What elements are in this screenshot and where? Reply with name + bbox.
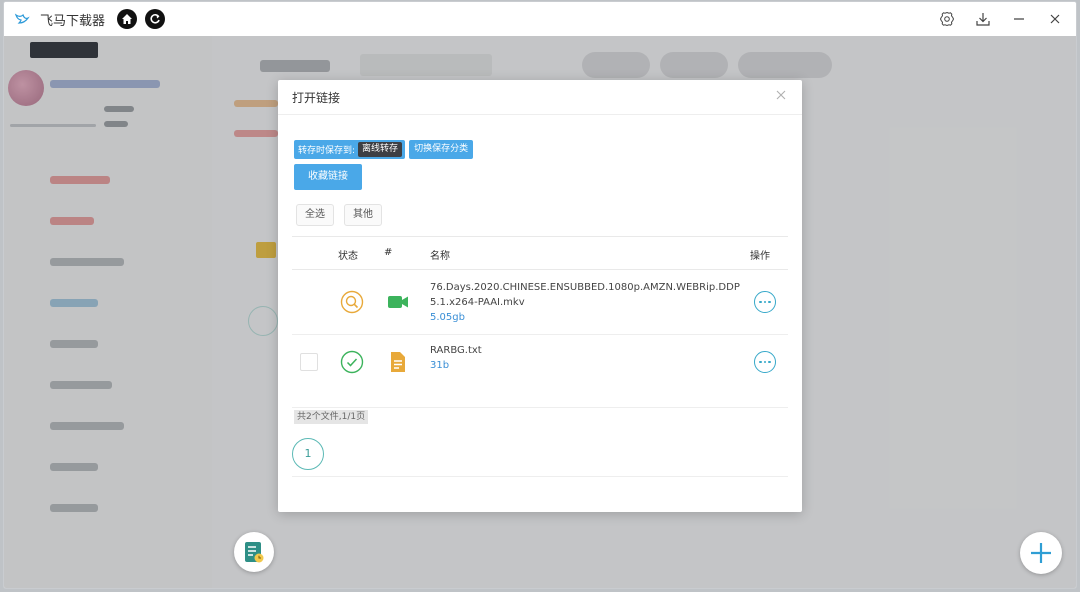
close-icon: [776, 90, 786, 100]
dialog-header: 打开链接: [278, 80, 802, 115]
refresh-button[interactable]: [145, 9, 166, 29]
row-checkbox[interactable]: [300, 353, 318, 371]
minimize-button[interactable]: [1010, 10, 1028, 28]
download-button[interactable]: [974, 10, 992, 28]
more-dot: [759, 360, 762, 364]
title-bar: 飞马下载器: [4, 2, 1076, 37]
save-target-value: 离线转存: [358, 142, 403, 157]
more-dot: [759, 300, 762, 304]
save-target-row: 转存时保存到: 离线转存 切换保存分类: [294, 140, 474, 159]
more-dot: [763, 300, 767, 304]
other-filter-button[interactable]: 其他: [344, 204, 382, 226]
search-icon: [340, 290, 364, 314]
more-actions-button[interactable]: [754, 351, 776, 373]
more-actions-button[interactable]: [754, 291, 776, 313]
file-name-cell: 76.Days.2020.CHINESE.ENSUBBED.1080p.AMZN…: [430, 280, 740, 325]
add-button[interactable]: [1020, 532, 1062, 574]
app-logo-icon: [14, 13, 30, 24]
text-file-icon: [391, 352, 405, 372]
window-controls: [938, 2, 1064, 36]
filter-row: 全选 其他: [296, 204, 382, 226]
close-icon: [1050, 14, 1060, 24]
file-name-cell: RARBG.txt 31b: [430, 343, 740, 373]
task-list-icon: [245, 542, 264, 563]
close-window-button[interactable]: [1046, 10, 1064, 28]
file-name: RARBG.txt: [430, 345, 482, 356]
minimize-icon: [1014, 18, 1024, 20]
settings-button[interactable]: [938, 10, 956, 28]
dialog-close-button[interactable]: [774, 89, 788, 103]
open-link-dialog: 打开链接 转存时保存到: 离线转存 切换保存分类 收藏链接 全选 其他 状态 #…: [278, 80, 802, 512]
dialog-title: 打开链接: [292, 91, 341, 105]
column-name: 名称: [430, 251, 450, 262]
save-target-label: 转存时保存到:: [298, 146, 356, 156]
file-size: 5.05gb: [430, 312, 465, 323]
gear-icon: [939, 11, 955, 27]
save-target-chip[interactable]: 转存时保存到: 离线转存: [294, 140, 406, 159]
column-status: 状态: [338, 251, 358, 262]
collect-link-button[interactable]: 收藏链接: [294, 164, 362, 190]
more-dot: [763, 360, 767, 364]
more-dot: [768, 300, 771, 304]
page-button[interactable]: 1: [292, 438, 324, 470]
column-index: #: [384, 247, 393, 258]
app-title: 飞马下载器: [40, 13, 106, 29]
table-header: 状态 # 名称 操作: [292, 236, 788, 270]
file-table: 状态 # 名称 操作 76.Days.2020.CHINESE.ENSUBBED…: [292, 236, 788, 408]
home-button[interactable]: [117, 9, 138, 29]
check-circle-icon: [340, 350, 364, 374]
table-row[interactable]: 76.Days.2020.CHINESE.ENSUBBED.1080p.AMZN…: [292, 270, 788, 335]
task-list-button[interactable]: [234, 532, 274, 572]
home-icon: [122, 14, 133, 24]
column-action: 操作: [750, 251, 770, 262]
file-size: 31b: [430, 360, 450, 371]
plus-icon: [1031, 543, 1051, 563]
more-dot: [768, 360, 771, 364]
file-name: 76.Days.2020.CHINESE.ENSUBBED.1080p.AMZN…: [430, 282, 740, 308]
select-all-button[interactable]: 全选: [296, 204, 334, 226]
download-icon: [976, 13, 990, 26]
file-summary: 共2个文件,1/1页: [294, 410, 369, 424]
table-row[interactable]: RARBG.txt 31b: [292, 335, 788, 408]
refresh-icon: [150, 14, 160, 24]
switch-category-button[interactable]: 切换保存分类: [409, 140, 474, 159]
video-icon: [388, 296, 408, 308]
divider: [292, 476, 788, 477]
